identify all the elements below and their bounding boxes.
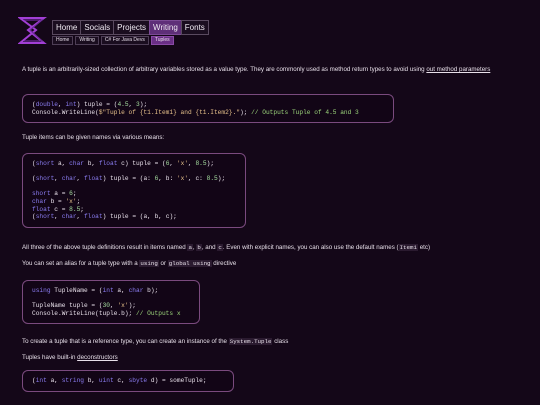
- intro-paragraph: A tuple is an arbitrarily-sized collecti…: [22, 66, 522, 74]
- code3-line3: TupleName tuple = (30, 'x');: [32, 302, 137, 310]
- nav-projects[interactable]: Projects: [113, 20, 151, 35]
- nav-fonts[interactable]: Fonts: [180, 20, 209, 35]
- code-global-using: global using: [167, 260, 212, 267]
- deconstructors-paragraph: Tuples have built-in deconstructors: [22, 354, 118, 361]
- intro-text: A tuple is an arbitrarily-sized collecti…: [22, 66, 427, 73]
- nav-writing[interactable]: Writing: [149, 20, 182, 35]
- code-block-tuple-basic[interactable]: (double, int) tuple = (4.5, 3); Console.…: [22, 94, 394, 124]
- code2-line5: short a = 6;: [32, 190, 77, 198]
- code2-line6: char b = 'x';: [32, 197, 81, 205]
- code-system-tuple: System.Tuple: [228, 338, 273, 345]
- breadcrumb-tuples[interactable]: Tuples: [150, 36, 174, 45]
- deconstructors-link[interactable]: deconstructors: [77, 354, 118, 361]
- names-paragraph: Tuple items can be given names via vario…: [22, 134, 165, 141]
- code-block-tuple-names[interactable]: (short a, char b, float c) tuple = (6, '…: [22, 153, 246, 228]
- site-logo-icon[interactable]: [18, 16, 48, 46]
- code2-line3: (short, char, float) tuple = (a: 6, b: '…: [32, 175, 226, 183]
- out-method-parameters-link[interactable]: out method parameters: [426, 66, 490, 73]
- top-nav: Home Socials Projects Writing Fonts: [52, 20, 209, 35]
- code2-line8: (short, char, float) tuple = (a, b, c);: [32, 213, 177, 221]
- code4-line1: (int a, string b, uint c, sbyte d) = som…: [32, 377, 207, 384]
- code-block-deconstruct[interactable]: (int a, string b, uint c, sbyte d) = som…: [22, 370, 234, 392]
- reference-type-paragraph: To create a tuple that is a reference ty…: [22, 338, 289, 345]
- code3-line1: using TupleName = (int a, char b);: [32, 287, 159, 294]
- breadcrumb: Home Writing C# For Java Devs Tuples: [52, 36, 176, 45]
- code-block-tuple-alias[interactable]: using TupleName = (int a, char b); Tuple…: [22, 280, 200, 325]
- nav-socials[interactable]: Socials: [80, 20, 115, 35]
- code1-line1: (double, int) tuple = (4.5, 3);: [32, 101, 148, 108]
- alias-paragraph: You can set an alias for a tuple type wi…: [22, 260, 237, 267]
- breadcrumb-csharp-for-java-devs[interactable]: C# For Java Devs: [100, 36, 149, 45]
- code3-line4: Console.WriteLine(tuple.b); // Outputs x: [32, 309, 181, 317]
- breadcrumb-writing[interactable]: Writing: [75, 36, 99, 45]
- nav-home[interactable]: Home: [52, 20, 82, 35]
- breadcrumb-home[interactable]: Home: [52, 36, 74, 45]
- code-using: using: [139, 260, 159, 267]
- code2-line7: float c = 8.5;: [32, 205, 85, 213]
- code1-line2: Console.WriteLine($"Tuple of {t1.Item1} …: [32, 108, 359, 116]
- default-names-paragraph: All three of the above tuple definitions…: [22, 244, 431, 251]
- code2-line1: (short a, char b, float c) tuple = (6, '…: [32, 160, 215, 167]
- code-item1: Item1: [398, 244, 418, 251]
